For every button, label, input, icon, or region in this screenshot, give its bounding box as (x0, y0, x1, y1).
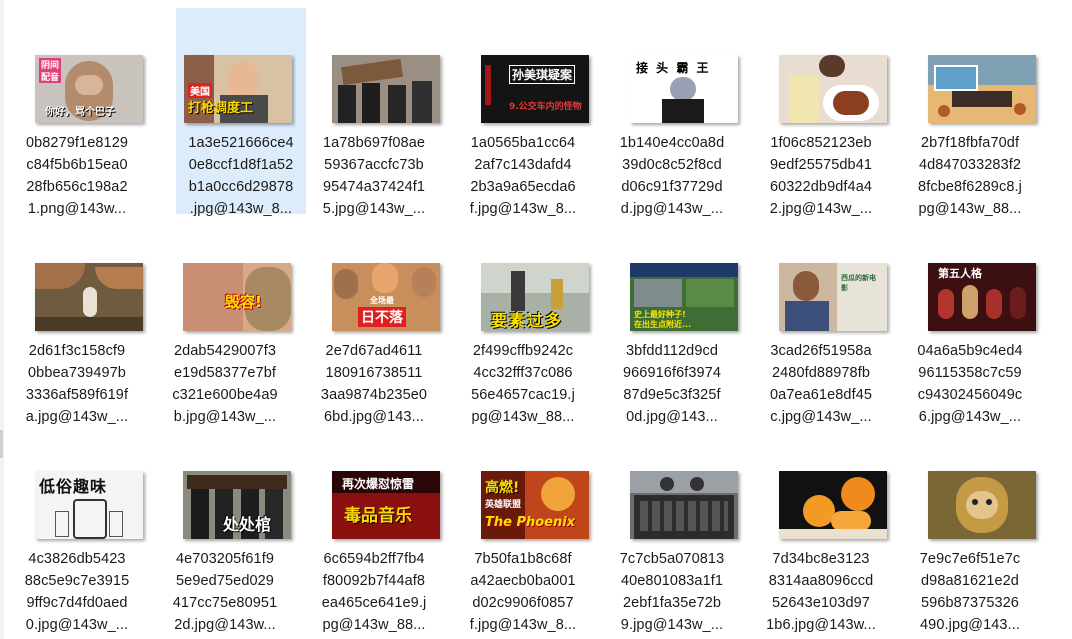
file-name: 6c6594b2ff7fb4 f80092b7f44af8 ea465ce641e9… (321, 551, 427, 633)
cartoon-room-image (928, 55, 1036, 123)
file-name: 7b50fa1b8c68f a42aecb0ba001 d02c9906f0857 f… (469, 551, 577, 633)
file-item[interactable]: 全场最 日不落 2e7d67ad4611 180916738511 3aa9874b… (309, 216, 440, 425)
file-name: 2b7f18fbfa70df 4d847033283f2 8fcbe8f6289c8… (918, 135, 1022, 217)
file-name: 4e703205f61f9 5e9ed75ed029 417cc75e80951 2d… (172, 551, 278, 633)
file-name: 2e7d67ad4611 180916738511 3aa9874b235e0 6bd… (320, 343, 428, 425)
file-name: 2d61f3c158cf9 0bbea739497b 3336af589f619f a… (25, 343, 129, 425)
phoenix-poster-image: 高燃! 英雄联盟 The Phoenix (481, 471, 589, 539)
coffin-dance-image (332, 55, 440, 123)
file-item[interactable]: 孙美琪疑案 9.公交车内的怪物 1a0565ba1cc64 2af7c143daf… (458, 8, 589, 217)
face-cat-image: 毁容! (183, 263, 291, 331)
file-item[interactable]: 要素过多 2f499cffb9242c 4cc32fff37c086 56e4657… (458, 216, 589, 425)
coffin-dancers-image: 处处棺 (183, 471, 291, 539)
file-item[interactable]: 接 头 霸 王 1b140e4cc0a8d 39d0c8c52f8cd d06c91… (607, 8, 738, 217)
file-name: 7e9c7e6f51e7c d98a81621e2d 596b87375326 490… (919, 551, 1021, 633)
mushroom-forest-image (35, 263, 143, 331)
file-item[interactable]: 处处棺 4e703205f61f9 5e9ed75ed029 417cc75e809… (160, 424, 291, 633)
file-item[interactable]: 西瓜的新电 影 3cad26f51958a 2480fd88978fb 0a7ea6… (756, 216, 887, 425)
file-item[interactable]: 7d34bc8e3123 8314aa8096ccd 52643e103d97 1b6… (756, 424, 887, 633)
file-item[interactable]: 阴间 配音 你好，骂个巴子 0b8279f1e8129 c84f5b6b15ea0… (12, 8, 143, 217)
file-name: 2f499cffb9242c 4cc32fff37c086 56e4657cac19… (471, 343, 575, 425)
file-name: 1b140e4cc0a8d 39d0c8c52f8cd d06c91f37729d d… (619, 135, 725, 217)
game-seed-image: 史上最好种子! 在出生点附近... (630, 263, 738, 331)
man-portrait-image: 美国 打枪调度工 (184, 55, 292, 123)
music-title-image: 再次爆怼惊雷 毒品音乐 (332, 471, 440, 539)
food-plate-image (779, 55, 887, 123)
file-name: 04a6a5b9c4ed4 96115358c7c59 c94302456049c 6… (917, 343, 1023, 425)
file-item[interactable]: 低俗趣味 4c3826db5423 88c5e9c7e3915 9ff9c7d4fd… (12, 424, 143, 633)
file-item[interactable]: 1f06c852123eb 9edf25575db41 60322db9df4a4 2… (756, 8, 887, 217)
file-name: 2dab5429007f3 e19d58377e7bf c321e600be4a9 b… (172, 343, 278, 425)
file-name: 7c7cb5a070813 40e801083a1f1 2ebf1fa35e72b 9… (619, 551, 725, 633)
file-item[interactable]: 再次爆怼惊雷 毒品音乐 6c6594b2ff7fb4 f80092b7f44af8… (309, 424, 440, 633)
file-item[interactable]: 7c7cb5a070813 40e801083a1f1 2ebf1fa35e72b 9… (607, 424, 738, 633)
cat-doll-image: 阴间 配音 你好，骂个巴子 (35, 55, 143, 123)
file-item[interactable]: 高燃! 英雄联盟 The Phoenix 7b50fa1b8c68f a42aec… (458, 424, 589, 633)
file-grid: 阴间 配音 你好，骂个巴子 0b8279f1e8129 c84f5b6b15ea0… (0, 0, 1072, 639)
file-name: 3bfdd112d9cd 966916f6f3974 87d9e5c3f325f 0d… (622, 343, 722, 425)
group-faces-image: 全场最 日不落 (332, 263, 440, 331)
file-item[interactable]: 毁容! 2dab5429007f3 e19d58377e7bf c321e600be… (160, 216, 291, 425)
file-name: 1a3e521666ce4 0e8ccf1d8f1a52 b1a0cc6d29878… (188, 135, 294, 217)
file-name: 1a0565ba1cc64 2af7c143dafd4 2b3a9a65ecda6 f… (469, 135, 577, 217)
sketch-title-image: 低俗趣味 (35, 471, 143, 539)
oranges-image (779, 471, 887, 539)
file-name: 7d34bc8e3123 8314aa8096ccd 52643e103d97 1b6… (766, 551, 876, 633)
dark-title-image: 孙美琪疑案 9.公交车内的怪物 (481, 55, 589, 123)
boy-phone-image: 西瓜的新电 影 (779, 263, 887, 331)
file-item-selected[interactable]: 美国 打枪调度工 1a3e521666ce4 0e8ccf1d8f1a52 b1a0… (176, 8, 306, 217)
file-item[interactable]: 史上最好种子! 在出生点附近... 3bfdd112d9cd 966916f6f3… (607, 216, 738, 425)
file-name: 1a78b697f08ae 59367accfc73b 95474a37424f1 5… (322, 135, 426, 217)
file-name: 4c3826db5423 88c5e9c7e3915 9ff9c7d4fd0aed 0… (24, 551, 130, 633)
file-item[interactable]: 1a78b697f08ae 59367accfc73b 95474a37424f1 5… (309, 8, 440, 217)
game-poster-image: 第五人格 (928, 263, 1036, 331)
street-scene-image: 要素过多 (481, 263, 589, 331)
file-item[interactable]: 2d61f3c158cf9 0bbea739497b 3336af589f619f a… (12, 216, 143, 425)
file-item[interactable]: 第五人格 04a6a5b9c4ed4 96115358c7c59 c94302456… (905, 216, 1036, 425)
file-name: 1f06c852123eb 9edf25575db41 60322db9df4a4 2… (769, 135, 873, 217)
file-item[interactable]: 7e9c7e6f51e7c d98a81621e2d 596b87375326 490… (905, 424, 1036, 633)
file-name: 0b8279f1e8129 c84f5b6b15ea0 28fb656c198a2 1… (25, 135, 129, 217)
file-name: 3cad26f51958a 2480fd88978fb 0a7ea61e8df45 c… (769, 343, 873, 425)
cat-girl-image: 接 头 霸 王 (630, 55, 738, 123)
file-item[interactable]: 2b7f18fbfa70df 4d847033283f2 8fcbe8f6289c8… (905, 8, 1036, 217)
monkey-king-image (928, 471, 1036, 539)
calculator-image (630, 471, 738, 539)
